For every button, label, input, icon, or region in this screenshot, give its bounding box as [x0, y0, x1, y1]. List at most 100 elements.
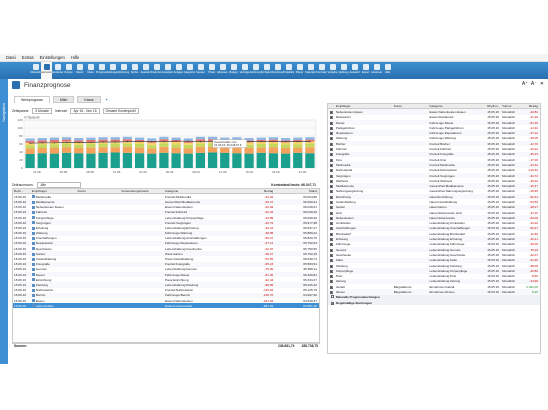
table-row[interactable]: ✓ Einrichtung Haus:Einrichtung 15.05.16 Mona…: [328, 194, 540, 200]
ribbon-button[interactable]: Sicherung: [118, 62, 129, 79]
table-row[interactable]: 15.09.16 Anschaffungen Lebenshaltung:Ansch…: [13, 236, 319, 241]
font-up-icon[interactable]: A⁺: [522, 81, 528, 87]
row-checkbox[interactable]: ✓: [330, 269, 334, 273]
ribbon-button[interactable]: Zahlungen: [107, 62, 118, 79]
row-checkbox[interactable]: ✓: [330, 190, 334, 194]
table-row[interactable]: ✓ Fahrrad Freizeit:Fahrrad 15.05.16 Monatlic…: [328, 146, 540, 152]
table-row[interactable]: ✓ Gehalt Bargeldkonto Einnahmen:Gehalt 15.05…: [328, 284, 540, 289]
table-row[interactable]: ✓ Kleidung Lebenshaltung:Kleidung 15.05.16 M…: [328, 263, 540, 268]
row-checkbox[interactable]: ✓: [330, 110, 334, 114]
table-row[interactable]: 15.09.16 Fotografie Freizeit:Fotografie -65…: [13, 261, 319, 267]
filter-select[interactable]: Alle: [37, 181, 82, 188]
table-row[interactable]: ✓ Armbänder Lebenshaltung:Armbänder 15.05.1…: [328, 221, 540, 226]
ribbon-button[interactable]: Privat: [206, 62, 217, 79]
table-row[interactable]: ✓ Nahrungsergänzung Gesundheit:Nahrungserg…: [328, 189, 540, 194]
table-row[interactable]: 15.09.16 Geschenke Lebenshaltung:Geschenke…: [13, 246, 319, 251]
table-row[interactable]: 15.09.16 Instandhaltung Haus:Instandhaltun…: [13, 256, 319, 261]
ribbon-button[interactable]: Export: [360, 62, 371, 79]
column-header[interactable]: Rhythm...: [486, 104, 501, 108]
tab[interactable]: +: [103, 96, 110, 103]
table-row[interactable]: 15.09.16 Nahmaterial Freizeit:Nahmaterial -…: [13, 288, 319, 293]
ribbon-button[interactable]: Abrechnung: [272, 62, 283, 79]
table-row[interactable]: ✓ Körperpflege Lebenshaltung:Körperpflege 1…: [328, 268, 540, 274]
row-checkbox[interactable]: ✓: [330, 163, 334, 167]
table-row[interactable]: 15.09.16 Wartung Fahrzeuge:Wartung -48,05 65…: [13, 230, 319, 236]
tab[interactable]: Werkprognose: [14, 96, 50, 103]
intervall-select[interactable]: Apr 15 - Nov 15: [70, 107, 100, 114]
row-checkbox[interactable]: ✓: [330, 179, 334, 183]
table-row[interactable]: 15.09.16 Lebensmittel Essen:Lebensmittel -9…: [13, 303, 319, 309]
row-checkbox[interactable]: ✓: [330, 222, 334, 226]
table-row[interactable]: ✓ Diesel Fahrzeuge:Diesel 15.05.16 Monatlich…: [328, 119, 540, 126]
ribbon-button[interactable]: Hilfe: [382, 62, 393, 79]
table-row[interactable]: ✓ Kino Freizeit:Kino 15.05.16 Monatlich -17,0…: [328, 157, 540, 162]
ribbon-button[interactable]: Verträge: [239, 62, 250, 79]
table-row[interactable]: 15.09.16 Fahrrad Freizeit:Fahrrad -20,32 66.…: [13, 209, 319, 215]
ribbon-button[interactable]: Kalender: [305, 62, 316, 79]
row-checkbox[interactable]: ✓: [330, 158, 334, 162]
row-checkbox[interactable]: ✓: [330, 116, 334, 120]
row-checkbox[interactable]: ✓: [330, 248, 334, 252]
ribbon-button[interactable]: Auswahl: [349, 62, 360, 79]
table-row[interactable]: ✓ Parkgebühren Fahrzeuge:Parkgebühren 15.05…: [328, 125, 540, 130]
row-checkbox[interactable]: ✓: [330, 148, 334, 152]
table-row[interactable]: ✓ Genuss Lebenshaltung:Genuss 15.05.16 Monat…: [328, 247, 540, 253]
table-row[interactable]: ✓ Bürobedarf Lebenshaltung:Bürobedarf 15.05…: [328, 231, 540, 236]
table-row[interactable]: ✓ Zeitung Lebenshaltung:Zeitung 15.05.16 Mon…: [328, 278, 540, 285]
row-checkbox[interactable]: ✓: [330, 238, 334, 242]
row-checkbox[interactable]: ✓: [330, 126, 334, 130]
ribbon-button[interactable]: Formular: [316, 62, 327, 79]
table-row[interactable]: ✓ Nebenkosten Haus:Nebenkosten 15.05.16 Mona…: [328, 215, 540, 221]
row-checkbox[interactable]: ✓: [330, 275, 334, 279]
font-down-icon[interactable]: A⁻: [531, 81, 537, 87]
tab[interactable]: Mitte: [53, 96, 75, 103]
group-checkbox[interactable]: [330, 295, 334, 299]
table-row[interactable]: ✓ Nahmaterial Freizeit:Nahmaterial 15.05.16…: [328, 168, 540, 173]
ribbon-button[interactable]: Kategorien: [184, 62, 195, 79]
table-row[interactable]: ✓ Reparaturen Fahrzeuge:Reparaturen 15.05.1…: [328, 130, 540, 136]
row-checkbox[interactable]: ✓: [330, 185, 334, 189]
table-row[interactable]: ✓ Bücher Freizeit:Bücher 15.05.16 Monatlich -…: [328, 141, 540, 147]
table-row[interactable]: 15.09.16 Multimedia Freizeit:Multimedia -23…: [13, 194, 319, 199]
group-row[interactable]: Manuelle Prognosebuchungen: [328, 294, 540, 300]
ribbon-button[interactable]: Quittung: [338, 62, 349, 79]
ribbon-button[interactable]: Rechnung: [250, 62, 261, 79]
table-row[interactable]: ✓ Wellness Freizeit:Wellness 15.05.16 Monatl…: [328, 178, 540, 183]
ribbon-button[interactable]: Protokolle: [283, 62, 294, 79]
zeitspanne-select[interactable]: 3 Monate: [32, 107, 52, 114]
table-row[interactable]: ✓ Restaurant Essen:Restaurant 15.05.16 Monat…: [328, 115, 540, 120]
column-header[interactable]: Konto: [393, 104, 429, 108]
column-header[interactable]: Konto: [77, 189, 121, 193]
table-row[interactable]: ✓ Instandhaltung Haus:Instandhaltung 15.05.…: [328, 199, 540, 204]
table-row[interactable]: ✓ Nebenkosten Essen Essen:Nebenkosten Esse…: [328, 109, 540, 115]
ribbon-button[interactable]: Übersicht: [30, 62, 41, 79]
ribbon-button[interactable]: Depot: [74, 62, 85, 79]
row-checkbox[interactable]: ✓: [330, 121, 334, 125]
row-checkbox[interactable]: ✓: [330, 253, 334, 257]
ribbon-button[interactable]: Haushalt: [162, 62, 173, 79]
table-row[interactable]: 15.09.16 Reparaturen Fahrzeuge:Reparaturen…: [13, 240, 319, 247]
ribbon-button[interactable]: Budget: [228, 62, 239, 79]
table-row[interactable]: 15.09.16 Kleidung Lebenshaltung:Kleidung -9…: [13, 282, 319, 288]
kontenliste-select[interactable]: Gesamt Kontenprofil: [102, 107, 139, 114]
table-row[interactable]: ✓ Post Lebenshaltung:Post 15.05.16 Monatlich…: [328, 274, 540, 279]
table-row[interactable]: 15.09.16 Medikamente Gesundheit:Medikament…: [13, 199, 319, 205]
ribbon-button[interactable]: Postversand: [371, 62, 382, 79]
row-checkbox[interactable]: ✓: [330, 142, 334, 146]
ribbon-button[interactable]: Kassen: [195, 62, 206, 79]
row-checkbox[interactable]: ✓: [330, 206, 334, 210]
table-row[interactable]: ✓ Anschaffungen Lebenshaltung:Anschaffunge…: [328, 225, 540, 232]
table-row[interactable]: 15.09.16 Essen Essen:Nebenkosten -447,63 64.…: [13, 298, 319, 303]
navigation-sidebar[interactable]: Navigation: [0, 79, 8, 364]
ribbon-button[interactable]: Karte: [85, 62, 96, 79]
column-header[interactable]: Kategorie: [429, 104, 487, 108]
row-checkbox[interactable]: ✓: [330, 216, 334, 220]
table-row[interactable]: ✓ Erholung Lebenshaltung:Erholung 15.05.16 M…: [328, 236, 540, 242]
ribbon-button[interactable]: Planer: [294, 62, 305, 79]
row-checkbox[interactable]: ✓: [330, 132, 334, 136]
table-row[interactable]: ✓ Wartung Fahrzeuge:Wartung 15.05.16 Monatli…: [328, 136, 540, 141]
table-row[interactable]: 15.09.16 Erholung Lebenshaltung:Erholung -4…: [13, 225, 319, 230]
column-header[interactable]: Empfänger: [31, 189, 77, 193]
table-row[interactable]: 15.09.16 Nebenkosten Essen Essen:Nebenkost…: [13, 205, 319, 210]
row-checkbox[interactable]: ✓: [330, 137, 334, 141]
